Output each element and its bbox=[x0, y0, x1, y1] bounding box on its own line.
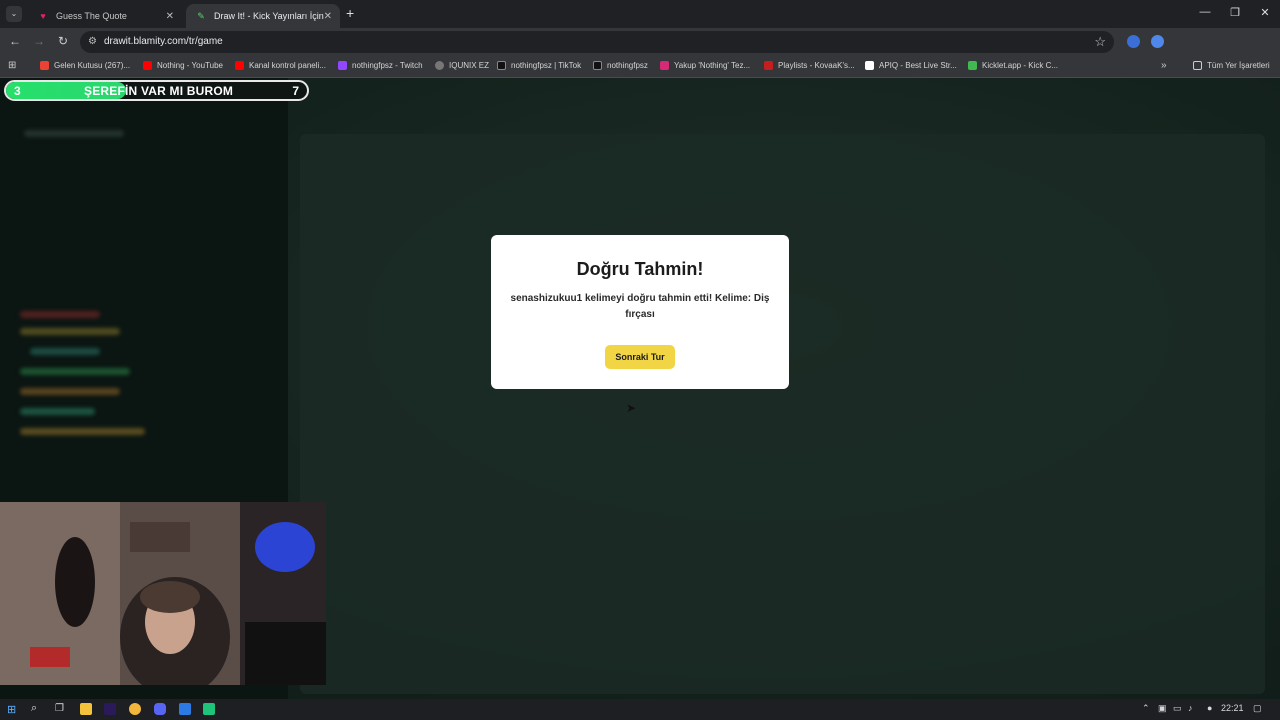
player-entry-placeholder bbox=[20, 408, 95, 415]
gmail-icon bbox=[40, 61, 49, 70]
modal-title: Doğru Tahmin! bbox=[576, 259, 704, 279]
more-bookmarks-chevron-icon[interactable]: » bbox=[1161, 60, 1167, 71]
neon-light bbox=[255, 522, 315, 572]
player-entry-placeholder bbox=[20, 328, 120, 335]
bookmark-item[interactable]: IQUNIX EZ bbox=[435, 61, 489, 70]
youtube-icon bbox=[143, 61, 152, 70]
progress-title: ŞEREFİN VAR MI BUROM bbox=[84, 84, 234, 98]
current-level-label: 3 bbox=[14, 84, 21, 98]
address-bar[interactable]: ⚙ drawit.blamity.com/tr/game ☆ bbox=[80, 31, 1114, 53]
close-window-icon[interactable]: ✕ bbox=[1250, 6, 1280, 19]
tab-title: Guess The Quote bbox=[56, 11, 127, 21]
x-icon bbox=[593, 61, 602, 70]
heart-favicon-icon: ♥ bbox=[40, 11, 46, 21]
apiq-icon bbox=[865, 61, 874, 70]
back-arrow-icon[interactable]: ← bbox=[6, 34, 24, 48]
close-tab-icon[interactable]: ✕ bbox=[324, 11, 332, 22]
drawing-canvas[interactable] bbox=[300, 134, 1265, 694]
notifications-icon[interactable]: ▢ bbox=[1253, 703, 1262, 714]
extension-icon[interactable] bbox=[1151, 35, 1164, 48]
twitch-icon bbox=[338, 61, 347, 70]
extension-icon[interactable] bbox=[1127, 35, 1140, 48]
mouse-cursor-icon: ➤ bbox=[626, 401, 637, 415]
file-explorer-icon[interactable] bbox=[80, 703, 92, 715]
close-tab-icon[interactable]: ✕ bbox=[166, 11, 174, 22]
tray-chevron-icon[interactable]: ⌃ bbox=[1142, 703, 1150, 714]
search-icon[interactable]: ⌕ bbox=[31, 702, 37, 715]
premiere-icon[interactable] bbox=[104, 703, 116, 715]
all-bookmarks-folder[interactable]: Tüm Yer İşaretleri bbox=[1193, 61, 1270, 70]
clock-time[interactable]: 22:21 bbox=[1221, 703, 1244, 713]
browser-toolbar: ← → ↻ ⚙ drawit.blamity.com/tr/game ☆ ⧉ ≡… bbox=[0, 28, 1280, 75]
bookmark-item[interactable]: Kicklet.app - Kick C... bbox=[968, 61, 1058, 70]
webcam-feed bbox=[0, 502, 326, 685]
start-windows-icon[interactable]: ⊞ bbox=[7, 703, 16, 716]
player-entry-placeholder bbox=[20, 388, 120, 395]
task-view-icon[interactable]: ❐ bbox=[55, 703, 64, 714]
next-round-button[interactable]: Sonraki Tur bbox=[605, 345, 675, 369]
chrome-icon[interactable] bbox=[129, 703, 141, 715]
correct-guess-modal: Doğru Tahmin! senashizukuu1 kelimeyi doğ… bbox=[491, 235, 789, 389]
bookmark-item[interactable]: nothingfpsz bbox=[593, 61, 648, 70]
bookmarks-bar: ⊞ Gelen Kutusu (267)... Nothing - YouTub… bbox=[0, 56, 1280, 78]
player-entry-placeholder bbox=[20, 311, 100, 318]
apps-grid-icon[interactable]: ⊞ bbox=[8, 60, 16, 71]
globe-icon bbox=[435, 61, 444, 70]
bookmark-star-icon[interactable]: ☆ bbox=[1094, 34, 1106, 50]
reload-icon[interactable]: ↻ bbox=[54, 34, 72, 48]
bookmark-item[interactable]: Gelen Kutusu (267)... bbox=[40, 61, 130, 70]
tray-app-icon[interactable]: ▣ bbox=[1158, 703, 1167, 714]
player-entry-placeholder bbox=[30, 348, 100, 355]
tiktok-icon bbox=[497, 61, 506, 70]
windows-taskbar: ⊞ ⌕ ❐ ⌃ ▣ ▭ ♪ ● 22:21 ▢ bbox=[0, 699, 1280, 720]
bookmark-item[interactable]: Nothing - YouTube bbox=[143, 61, 223, 70]
bookmark-item[interactable]: Playlists - KovaaK's... bbox=[764, 61, 855, 70]
sidebar-header-placeholder bbox=[24, 130, 124, 137]
guitar-shape bbox=[55, 537, 95, 627]
tab-title: Draw It! - Kick Yayınları İçin Çizi bbox=[214, 11, 326, 21]
app-icon[interactable] bbox=[203, 703, 215, 715]
modal-message: senashizukuu1 kelimeyi doğru tahmin etti… bbox=[510, 293, 770, 320]
tab-search-button[interactable]: ⌄ bbox=[6, 6, 22, 22]
bookmark-item[interactable]: nothingfpsz | TikTok bbox=[497, 61, 581, 70]
new-tab-plus-icon[interactable]: + bbox=[346, 5, 354, 21]
level-progress-bar: 3 ŞEREFİN VAR MI BUROM 7 bbox=[4, 80, 309, 101]
bookmark-item[interactable]: nothingfpsz - Twitch bbox=[338, 61, 423, 70]
forward-arrow-icon[interactable]: → bbox=[30, 34, 48, 48]
pencil-favicon-icon: ✎ bbox=[197, 10, 205, 21]
player-entry-placeholder bbox=[20, 428, 145, 435]
app-icon[interactable] bbox=[179, 703, 191, 715]
url-text: drawit.blamity.com/tr/game bbox=[104, 36, 223, 47]
microphone-icon[interactable]: ● bbox=[1207, 703, 1212, 713]
kicklet-icon bbox=[968, 61, 977, 70]
tab-guess-the-quote[interactable]: ♥ Guess The Quote ✕ bbox=[28, 4, 182, 28]
kovaaks-icon bbox=[764, 61, 773, 70]
minimize-icon[interactable]: — bbox=[1190, 6, 1220, 18]
network-icon[interactable]: ▭ bbox=[1173, 703, 1182, 714]
bookmark-item[interactable]: Kanal kontrol paneli... bbox=[235, 61, 326, 70]
restore-icon[interactable]: ❐ bbox=[1220, 6, 1250, 19]
browser-tab-strip: ⌄ ♥ Guess The Quote ✕ ✎ Draw It! - Kick … bbox=[0, 0, 1280, 28]
volume-icon[interactable]: ♪ bbox=[1188, 703, 1193, 713]
next-level-label: 7 bbox=[292, 84, 299, 98]
instagram-icon bbox=[660, 61, 669, 70]
webcam-overlay bbox=[0, 502, 326, 685]
discord-icon[interactable] bbox=[154, 703, 166, 715]
folder-icon bbox=[1193, 61, 1202, 70]
site-info-icon[interactable]: ⚙ bbox=[88, 36, 97, 47]
youtube-icon bbox=[235, 61, 244, 70]
player-entry-placeholder bbox=[20, 368, 130, 375]
tab-draw-it[interactable]: ✎ Draw It! - Kick Yayınları İçin Çizi ✕ bbox=[186, 4, 340, 28]
bookmark-item[interactable]: Yakup 'Nothing' Tez... bbox=[660, 61, 750, 70]
bookmark-item[interactable]: APIQ - Best Live Str... bbox=[865, 61, 957, 70]
